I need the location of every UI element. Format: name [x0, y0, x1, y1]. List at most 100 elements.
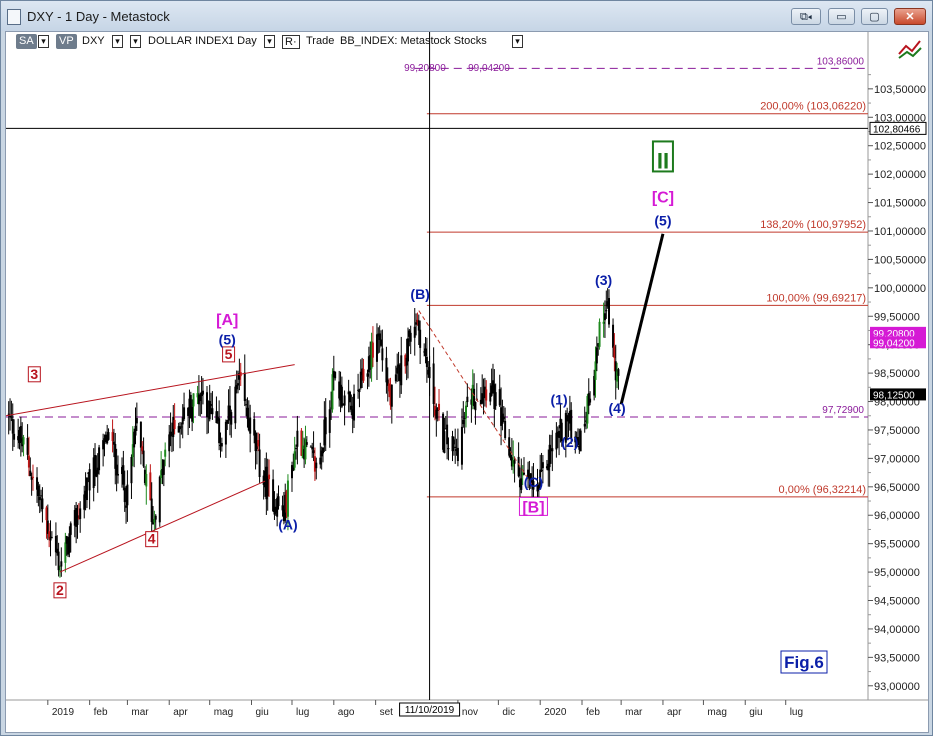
candle-body: [277, 496, 280, 507]
candle-body: [149, 472, 152, 501]
candle-body: [409, 332, 412, 342]
period-label[interactable]: 1 Day: [228, 34, 257, 49]
candle-body: [246, 407, 249, 419]
wave-label-4: (5): [219, 332, 236, 348]
candle-body: [311, 446, 314, 450]
data-feed-label: BB_INDEX: Metastock Stocks: [340, 35, 487, 47]
symbol-dropdown-icon[interactable]: ▾: [112, 35, 123, 48]
trendline-b-to-c: [418, 310, 534, 488]
fib-label-fib-138: 138,20% (100,97952): [760, 219, 866, 231]
candle-body: [57, 551, 60, 571]
price-chart[interactable]: 103,50000103,00000102,50000102,00000101,…: [6, 32, 928, 732]
price-badge-label-2: 98,12500: [873, 390, 915, 401]
feed-dropdown-icon[interactable]: ▾: [512, 35, 523, 48]
candle-body: [394, 374, 397, 382]
candle-body: [598, 321, 601, 347]
candle-body: [397, 364, 400, 369]
candle-body: [605, 310, 608, 312]
x-tick-label: set: [380, 707, 394, 718]
candle-body: [40, 495, 43, 497]
y-tick-label: 93,00000: [874, 681, 920, 693]
candle-body: [331, 374, 334, 410]
candle-body: [454, 446, 457, 448]
x-tick-label: feb: [94, 707, 108, 718]
x-tick-label: lug: [790, 707, 803, 718]
wave-label-8: (C): [524, 474, 543, 490]
candle-body: [205, 392, 208, 418]
candle-body: [180, 426, 183, 428]
candle-body: [134, 425, 137, 436]
candle-body: [27, 455, 30, 468]
candle-body: [7, 413, 10, 415]
candle-body: [481, 393, 484, 404]
candle-body: [438, 403, 441, 411]
x-tick-label: giu: [256, 707, 269, 718]
candle-body: [319, 457, 322, 465]
trendline-wedge-upper: [6, 364, 295, 417]
candle-body: [446, 424, 449, 445]
chart-area[interactable]: 103,50000 103,00000 102,50000 102,00000 101,…: [5, 31, 929, 733]
y-tick-label: 102,50000: [874, 141, 926, 153]
candle-body: [139, 421, 142, 448]
candle-body: [142, 450, 145, 467]
mode-button[interactable]: R·: [282, 35, 300, 49]
candle-body: [603, 313, 606, 321]
maximize-button[interactable]: ▢: [861, 8, 888, 25]
fib-label-fib-200: 200,00% (103,06220): [760, 101, 866, 113]
candle-body: [498, 389, 501, 406]
candle-body: [226, 420, 229, 424]
candle-body: [60, 561, 63, 567]
symbol-label[interactable]: DXY: [82, 34, 105, 49]
sa-dropdown-icon[interactable]: ▾: [38, 35, 49, 48]
y-tick-label: 98,50000: [874, 368, 920, 380]
candle-body: [211, 408, 214, 415]
candle-body: [268, 474, 271, 480]
name-dropdown-icon[interactable]: ▾: [130, 35, 141, 48]
trade-label[interactable]: Trade: [306, 34, 334, 49]
candle-body: [295, 448, 298, 450]
candle-body: [415, 322, 418, 325]
restore-down-button[interactable]: ⧉◂: [791, 8, 821, 25]
wave-label-0: 2: [56, 582, 64, 598]
candle-body: [258, 449, 261, 478]
y-tick-label: 102,00000: [874, 169, 926, 181]
wave-label-3: 5: [225, 346, 233, 362]
candle-body: [122, 465, 125, 485]
close-button[interactable]: ✕: [894, 8, 926, 25]
candle-body: [76, 515, 79, 525]
candle-body: [173, 419, 176, 429]
sa-button[interactable]: SA: [16, 34, 37, 49]
candle-body: [462, 419, 465, 425]
candle-body: [428, 366, 431, 379]
wave-label-1: 3: [30, 366, 38, 382]
y-tick-label: 94,50000: [874, 596, 920, 608]
candle-body: [272, 479, 275, 512]
candle-body: [154, 515, 157, 520]
candle-body: [107, 432, 110, 440]
x-tick-label: ago: [338, 707, 355, 718]
candle-body: [286, 480, 289, 517]
candle-body: [150, 498, 153, 523]
title-bar[interactable]: DXY - 1 Day - Metastock ⧉◂ ▭ ▢ ✕: [1, 1, 932, 31]
candle-body: [558, 430, 561, 438]
candle-body: [64, 542, 67, 563]
wave-label-15: [C]: [652, 190, 674, 207]
candle-body: [551, 448, 554, 452]
vp-button[interactable]: VP: [56, 34, 77, 49]
candle-body: [305, 442, 308, 445]
figure-label: Fig.6: [784, 653, 824, 672]
candle-body: [607, 298, 610, 325]
y-tick-label: 95,00000: [874, 567, 920, 579]
candle-body: [350, 405, 353, 410]
candle-body: [293, 451, 296, 468]
candle-body: [45, 507, 48, 521]
minimize-button[interactable]: ▭: [828, 8, 855, 25]
x-tick-label: apr: [667, 707, 682, 718]
period-dropdown-icon[interactable]: ▾: [264, 35, 275, 48]
y-tick-label: 97,50000: [874, 425, 920, 437]
y-tick-label: 96,00000: [874, 510, 920, 522]
candle-body: [465, 405, 468, 419]
y-tick-label: 96,50000: [874, 482, 920, 494]
candle-body: [443, 431, 446, 453]
candle-body: [235, 384, 238, 390]
